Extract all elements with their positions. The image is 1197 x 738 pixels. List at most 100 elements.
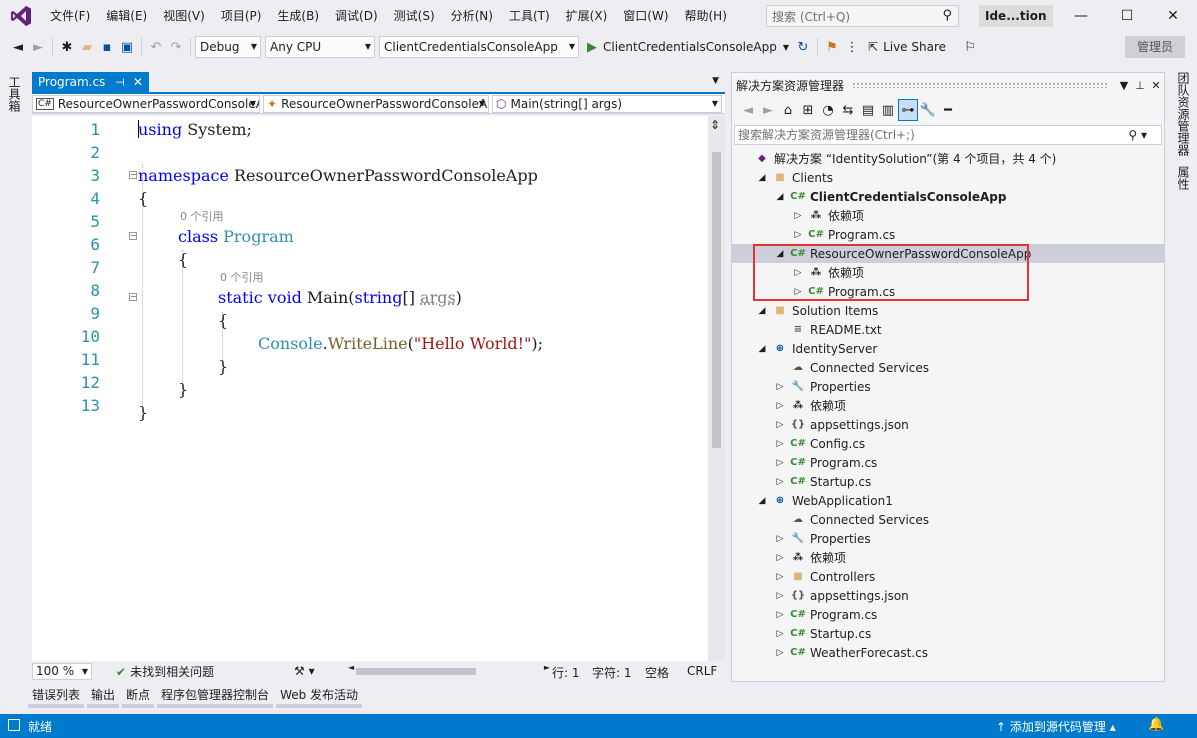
menu-item[interactable]: 帮助(H) [677, 5, 735, 27]
pin-icon[interactable]: ⊣ [115, 76, 125, 89]
whitespace-mode[interactable]: 空格 [645, 664, 669, 681]
close-icon[interactable]: ✕ [1150, 0, 1196, 32]
switch-views-icon[interactable]: ⊞ [798, 99, 818, 121]
vertical-scrollbar[interactable]: ⇕ [708, 116, 725, 661]
collapsed-arrow-icon[interactable]: ▷ [774, 534, 786, 544]
properties-icon[interactable]: 🔧 [918, 99, 938, 121]
menu-item[interactable]: 视图(V) [155, 5, 213, 27]
horizontal-scrollbar[interactable]: ◄ ► [348, 663, 550, 676]
menu-item[interactable]: 分析(N) [443, 5, 501, 27]
menu-item[interactable]: 调试(D) [327, 5, 386, 27]
tree-node[interactable]: ▷ C# Startup.cs [732, 624, 1164, 643]
refresh-icon[interactable]: ↻ [793, 36, 813, 58]
collapsed-arrow-icon[interactable]: ▷ [774, 610, 786, 620]
preview-selected-icon[interactable]: ⊶ [898, 99, 918, 121]
tree-node[interactable]: ◢ ⊕ WebApplication1 [732, 491, 1164, 510]
collapsed-arrow-icon[interactable]: ▷ [792, 287, 804, 297]
home-icon[interactable]: ⌂ [778, 99, 798, 121]
solution-search-input[interactable]: 搜索解决方案资源管理器(Ctrl+;) ⚲ ▾ [734, 125, 1162, 145]
tree-node[interactable]: ◢ ⊕ IdentityServer [732, 339, 1164, 358]
scroll-left-icon[interactable]: ◄ [348, 663, 354, 672]
menu-item[interactable]: 生成(B) [269, 5, 327, 27]
close-tab-icon[interactable]: ✕ [133, 75, 143, 89]
tree-node[interactable]: ▷ ⁂ 依赖项 [732, 263, 1164, 282]
line-ending[interactable]: CRLF [687, 664, 717, 678]
tree-node[interactable]: ▷ C# Config.cs [732, 434, 1164, 453]
startup-project-combo[interactable]: ClientCredentialsConsoleApp ▼ [379, 36, 579, 58]
bottom-tab[interactable]: 程序包管理器控制台 [157, 686, 274, 708]
forward-icon[interactable]: ► [758, 99, 778, 121]
back-icon[interactable]: ◄ [738, 99, 758, 121]
menu-item[interactable]: 编辑(E) [98, 5, 155, 27]
tree-node[interactable]: ▷ ■ Controllers [732, 567, 1164, 586]
properties-tab[interactable]: 属性 [1175, 166, 1192, 200]
collapsed-arrow-icon[interactable]: ▷ [774, 420, 786, 430]
scrollbar-thumb[interactable] [712, 152, 721, 448]
hot-reload-icon[interactable]: ⚑ [822, 36, 842, 58]
member-nav-combo[interactable]: ⬡ Main(string[] args) ▼ [492, 94, 722, 113]
tree-node[interactable]: ▷ C# Program.cs [732, 453, 1164, 472]
platform-combo[interactable]: Any CPU ▼ [265, 36, 375, 58]
collapsed-arrow-icon[interactable]: ▷ [792, 211, 804, 221]
brush-icon[interactable]: ⚒ ▾ [294, 664, 315, 678]
show-all-files-icon[interactable]: ▥ [878, 99, 898, 121]
team-explorer-tab[interactable]: 团队资源管理器 [1175, 72, 1192, 166]
tree-node[interactable]: ◆ 解决方案 “IdentitySolution”(第 4 个项目，共 4 个) [732, 149, 1164, 168]
collapse-all-icon[interactable]: ▤ [858, 99, 878, 121]
collapsed-arrow-icon[interactable]: ▷ [774, 477, 786, 487]
tree-node[interactable]: ▷ C# WeatherForecast.cs [732, 643, 1164, 662]
close-icon[interactable]: ✕ [1148, 79, 1164, 92]
zoom-combo[interactable]: 100 % ▼ [32, 663, 92, 680]
save-icon[interactable]: ▪ [97, 36, 117, 58]
expanded-arrow-icon[interactable]: ◢ [774, 249, 786, 259]
collapse-namespace-icon[interactable]: − [129, 171, 137, 179]
codelens-references[interactable]: 0 个引用 [220, 269, 264, 285]
bottom-tab[interactable]: 断点 [122, 686, 155, 708]
tree-node[interactable]: ▷ C# Program.cs [732, 225, 1164, 244]
configuration-combo[interactable]: Debug ▼ [195, 36, 261, 58]
tree-node[interactable]: ☁ Connected Services [732, 358, 1164, 377]
menu-item[interactable]: 扩展(X) [558, 5, 616, 27]
expanded-arrow-icon[interactable]: ◢ [756, 344, 768, 354]
tree-node[interactable]: ◢ ■ Solution Items [732, 301, 1164, 320]
tree-node[interactable]: ▷ ⁂ 依赖项 [732, 548, 1164, 567]
scrollbar-thumb[interactable] [356, 668, 476, 675]
collapsed-arrow-icon[interactable]: ▷ [792, 268, 804, 278]
tree-node[interactable]: ≡ README.txt [732, 320, 1164, 339]
expanded-arrow-icon[interactable]: ◢ [756, 306, 768, 316]
tree-node[interactable]: ◢ ■ Clients [732, 168, 1164, 187]
maximize-icon[interactable]: ☐ [1104, 0, 1150, 32]
tree-node[interactable]: ▷ C# Program.cs [732, 605, 1164, 624]
open-file-icon[interactable]: ▰ [77, 36, 97, 58]
chevron-down-icon[interactable]: ▼ [712, 76, 719, 86]
collapse-method-icon[interactable]: − [129, 293, 137, 301]
collapsed-arrow-icon[interactable]: ▷ [792, 230, 804, 240]
new-project-icon[interactable]: ✱ [57, 36, 77, 58]
format-icon[interactable]: ⋮ [842, 36, 862, 58]
menu-item[interactable]: 项目(P) [213, 5, 270, 27]
collapsed-arrow-icon[interactable]: ▷ [774, 382, 786, 392]
codelens-references[interactable]: 0 个引用 [180, 208, 224, 224]
collapsed-arrow-icon[interactable]: ▷ [774, 458, 786, 468]
code-text-area[interactable]: 1 2 3 4 5 6 7 8 9 10 11 12 13 − − − using System; na… [32, 116, 725, 661]
collapsed-arrow-icon[interactable]: ▷ [774, 439, 786, 449]
sync-icon[interactable]: ⇆ [838, 99, 858, 121]
add-source-control-button[interactable]: ↑ 添加到源代码管理 ▴ [996, 718, 1116, 735]
navigate-forward-icon[interactable]: ► [28, 36, 48, 58]
split-editor-icon[interactable]: ⇕ [710, 118, 720, 132]
tab-program-cs[interactable]: Program.cs ⊣ ✕ [32, 72, 149, 92]
collapse-class-icon[interactable]: − [129, 232, 137, 240]
visual-studio-logo-icon[interactable] [0, 0, 42, 32]
minus-icon[interactable]: ━ [938, 99, 958, 121]
menu-item[interactable]: 工具(T) [501, 5, 558, 27]
menu-item[interactable]: 窗口(W) [615, 5, 676, 27]
tree-node[interactable]: ▷ ⁂ 依赖项 [732, 206, 1164, 225]
undo-icon[interactable]: ↶ [146, 36, 166, 58]
notification-bell-icon[interactable]: 🔔 [1148, 717, 1164, 732]
pending-changes-icon[interactable]: ◔ [818, 99, 838, 121]
tree-node[interactable]: ▷ {} appsettings.json [732, 586, 1164, 605]
expanded-arrow-icon[interactable]: ◢ [756, 173, 768, 183]
chevron-down-icon[interactable]: ▼ [1116, 79, 1132, 92]
collapsed-arrow-icon[interactable]: ▷ [774, 591, 786, 601]
navigate-back-icon[interactable]: ◄ [8, 36, 28, 58]
